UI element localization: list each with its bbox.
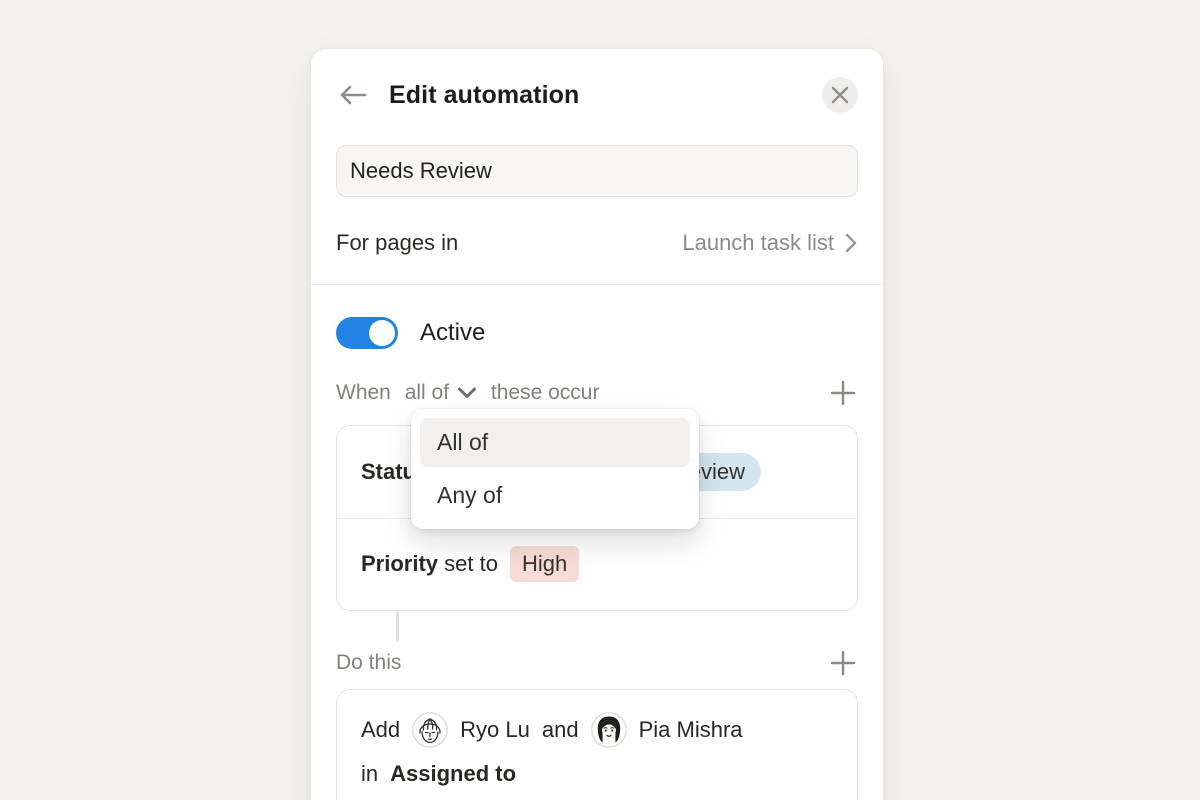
active-label: Active xyxy=(420,319,485,347)
action-line-1: Add xyxy=(361,708,833,752)
condition-property: Priority xyxy=(361,551,438,576)
active-toggle[interactable] xyxy=(336,317,398,349)
trigger-operator: all of xyxy=(405,381,449,405)
action-section-label: Do this xyxy=(336,651,401,675)
back-arrow-icon xyxy=(338,83,368,107)
section-divider xyxy=(311,284,883,285)
page-background: Edit automation For pages in Launch task… xyxy=(0,0,1200,800)
priority-value-pill: High xyxy=(510,546,579,582)
scope-label: For pages in xyxy=(336,230,458,256)
flow-connector-line xyxy=(396,611,399,641)
condition-row-priority[interactable]: Priority set to High xyxy=(337,518,857,611)
chevron-right-icon xyxy=(844,232,858,254)
active-row: Active xyxy=(336,316,858,350)
plus-icon xyxy=(830,650,856,676)
scope-selector[interactable]: Launch task list xyxy=(682,230,858,256)
toggle-knob xyxy=(369,320,395,346)
action-line-2: in Assigned to xyxy=(361,752,833,796)
scope-row: For pages in Launch task list xyxy=(336,226,858,260)
trigger-prefix: When xyxy=(336,381,397,405)
action-target-property: Assigned to xyxy=(390,761,516,787)
close-button[interactable] xyxy=(822,77,858,113)
menu-item-all-of[interactable]: All of xyxy=(420,418,690,467)
back-button[interactable] xyxy=(336,78,370,112)
trigger-suffix: these occur xyxy=(485,381,599,405)
operator-dropdown-menu: All of Any of xyxy=(411,409,699,529)
close-icon xyxy=(831,86,849,104)
edit-automation-dialog: Edit automation For pages in Launch task… xyxy=(310,48,884,800)
condition-verb: set to xyxy=(438,551,498,576)
menu-item-any-of[interactable]: Any of xyxy=(420,471,690,520)
trigger-header-row: When all of these occur xyxy=(336,379,858,407)
add-action-button[interactable] xyxy=(828,648,858,678)
action-person-2: Pia Mishra xyxy=(639,717,743,743)
automation-name-input[interactable] xyxy=(336,145,858,197)
avatar-pia-mishra xyxy=(591,712,627,748)
trigger-operator-control[interactable]: When all of these occur xyxy=(336,381,599,405)
condition-text: Priority set to xyxy=(361,551,498,577)
add-trigger-button[interactable] xyxy=(828,378,858,408)
scope-value: Launch task list xyxy=(682,230,834,256)
action-header-row: Do this xyxy=(336,649,858,677)
dialog-title: Edit automation xyxy=(389,81,579,110)
action-verb: Add xyxy=(361,717,400,743)
action-box[interactable]: Add xyxy=(336,689,858,800)
action-person-1: Ryo Lu xyxy=(460,717,530,743)
plus-icon xyxy=(830,380,856,406)
action-conjunction: and xyxy=(542,717,579,743)
action-preposition: in xyxy=(361,761,378,787)
avatar-ryo-lu xyxy=(412,712,448,748)
chevron-down-icon xyxy=(457,386,477,400)
dialog-header: Edit automation xyxy=(336,75,858,115)
